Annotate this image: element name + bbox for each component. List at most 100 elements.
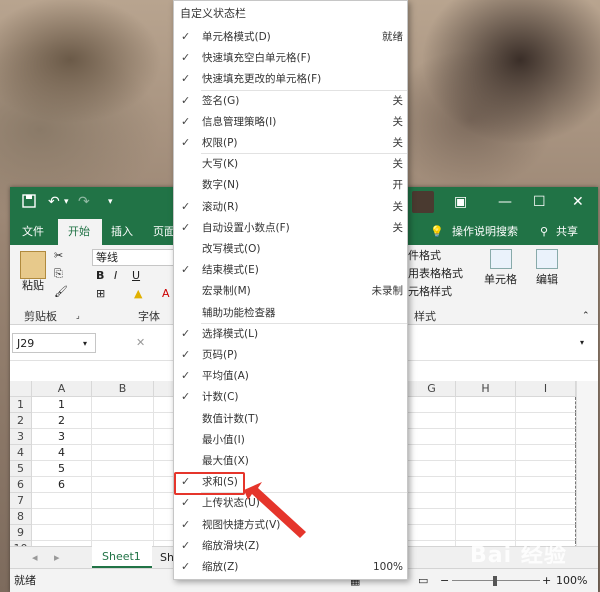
cell[interactable] <box>32 509 92 525</box>
cell[interactable] <box>92 461 154 477</box>
menu-item[interactable]: ✓ 页码(P) <box>174 345 407 366</box>
format-painter-icon[interactable]: 🖌 <box>54 285 68 299</box>
row-header[interactable]: 5 <box>10 461 32 477</box>
cell[interactable]: 1 <box>32 397 92 413</box>
underline-button[interactable]: U <box>132 269 140 283</box>
cell[interactable] <box>92 477 154 493</box>
row-header[interactable]: 4 <box>10 445 32 461</box>
cell[interactable] <box>516 445 576 461</box>
prev-sheet-icon[interactable]: ◂ <box>32 551 38 565</box>
row-header[interactable]: 8 <box>10 509 32 525</box>
avatar[interactable] <box>412 191 434 213</box>
minimize-icon[interactable]: — <box>498 194 512 210</box>
column-header-i[interactable]: I <box>516 381 576 397</box>
vertical-scrollbar[interactable] <box>576 381 598 546</box>
select-all-corner[interactable] <box>10 381 32 397</box>
cell[interactable] <box>456 413 516 429</box>
cell[interactable] <box>32 525 92 541</box>
menu-item[interactable]: ✓ 结束模式(E) <box>174 260 407 281</box>
column-header-h[interactable]: H <box>456 381 516 397</box>
menu-item[interactable]: ✓ 权限(P) 关 <box>174 133 407 154</box>
expand-formula-icon[interactable]: ▾ <box>580 336 584 350</box>
copy-icon[interactable]: ⎘ <box>54 267 63 281</box>
cell[interactable] <box>516 509 576 525</box>
clipboard-launcher-icon[interactable]: ⌟ <box>76 309 80 323</box>
row-header[interactable]: 9 <box>10 525 32 541</box>
cell[interactable] <box>516 397 576 413</box>
cell[interactable] <box>408 477 456 493</box>
menu-item[interactable]: 改写模式(O) <box>174 239 407 260</box>
cell[interactable] <box>408 397 456 413</box>
menu-item[interactable]: ✓ 签名(G) 关 <box>174 91 407 112</box>
cell[interactable] <box>516 493 576 509</box>
menu-item[interactable]: 数值计数(T) <box>174 409 407 430</box>
cell[interactable] <box>408 525 456 541</box>
cells-button[interactable]: 单元格 <box>484 273 517 287</box>
conditional-format-button[interactable]: 件格式 <box>408 249 441 263</box>
menu-item[interactable]: ✓ 计数(C) <box>174 387 407 408</box>
cell[interactable]: 3 <box>32 429 92 445</box>
customize-qat-icon[interactable]: ▾ <box>108 194 113 210</box>
column-header-b[interactable]: B <box>92 381 154 397</box>
cell[interactable] <box>32 493 92 509</box>
page-layout-view-icon[interactable]: ▭ <box>418 574 428 588</box>
save-icon[interactable] <box>22 194 36 212</box>
italic-button[interactable]: I <box>114 269 117 283</box>
fill-color-icon[interactable]: ▲ <box>134 287 142 301</box>
cell[interactable] <box>408 461 456 477</box>
row-header[interactable]: 3 <box>10 429 32 445</box>
font-color-icon[interactable]: A <box>162 287 170 301</box>
menu-item[interactable]: ✓ 单元格模式(D) 就绪 <box>174 27 407 48</box>
cell[interactable] <box>456 509 516 525</box>
zoom-level[interactable]: 100% <box>556 574 587 588</box>
next-sheet-icon[interactable]: ▸ <box>54 551 60 565</box>
cell[interactable] <box>456 461 516 477</box>
menu-item[interactable]: ✓ 平均值(A) <box>174 366 407 387</box>
tab-page-layout[interactable]: 页面 <box>153 224 175 240</box>
cell[interactable]: 5 <box>32 461 92 477</box>
tab-home[interactable]: 开始 <box>58 219 102 245</box>
cell[interactable] <box>92 445 154 461</box>
cell[interactable] <box>456 493 516 509</box>
menu-item[interactable]: 大写(K) 关 <box>174 154 407 175</box>
paste-button[interactable]: 粘贴 <box>22 279 44 293</box>
menu-item[interactable]: ✓ 自动设置小数点(F) 关 <box>174 218 407 239</box>
font-name-box[interactable]: 等线 <box>92 249 174 266</box>
row-header[interactable]: 6 <box>10 477 32 493</box>
menu-item[interactable]: 宏录制(M) 未录制 <box>174 281 407 302</box>
cell[interactable] <box>456 429 516 445</box>
menu-item[interactable]: 数字(N) 开 <box>174 175 407 196</box>
menu-item[interactable]: 最大值(X) <box>174 451 407 472</box>
bold-button[interactable]: B <box>96 269 104 283</box>
undo-icon[interactable]: ↶ <box>48 194 60 210</box>
menu-item[interactable]: ✓ 滚动(R) 关 <box>174 197 407 218</box>
cell[interactable] <box>92 525 154 541</box>
close-icon[interactable]: ✕ <box>572 194 584 210</box>
cancel-icon[interactable]: ✕ <box>136 336 145 350</box>
cell[interactable] <box>408 493 456 509</box>
column-header-g[interactable]: G <box>408 381 456 397</box>
cell-styles-button[interactable]: 元格样式 <box>408 285 452 299</box>
name-box[interactable]: J29 ▾ <box>12 333 96 353</box>
cell[interactable] <box>516 477 576 493</box>
row-header[interactable]: 2 <box>10 413 32 429</box>
sheet-tab-partial[interactable]: Sh <box>160 551 174 565</box>
cell[interactable] <box>456 477 516 493</box>
row-header[interactable]: 1 <box>10 397 32 413</box>
undo-dropdown-icon[interactable]: ▾ <box>64 194 69 210</box>
menu-item[interactable]: ✓ 缩放(Z) 100% <box>174 557 407 578</box>
cell[interactable] <box>516 461 576 477</box>
cell[interactable] <box>516 413 576 429</box>
cell[interactable] <box>408 413 456 429</box>
menu-item[interactable]: 最小值(I) <box>174 430 407 451</box>
ribbon-display-icon[interactable]: ▣ <box>454 194 467 210</box>
cut-icon[interactable]: ✂ <box>54 249 63 263</box>
tab-insert[interactable]: 插入 <box>111 224 133 240</box>
cell[interactable] <box>516 429 576 445</box>
cell[interactable] <box>92 493 154 509</box>
cell[interactable] <box>408 509 456 525</box>
cell[interactable] <box>456 397 516 413</box>
menu-item[interactable]: 辅助功能检查器 <box>174 303 407 324</box>
cell[interactable] <box>92 429 154 445</box>
cell[interactable]: 4 <box>32 445 92 461</box>
